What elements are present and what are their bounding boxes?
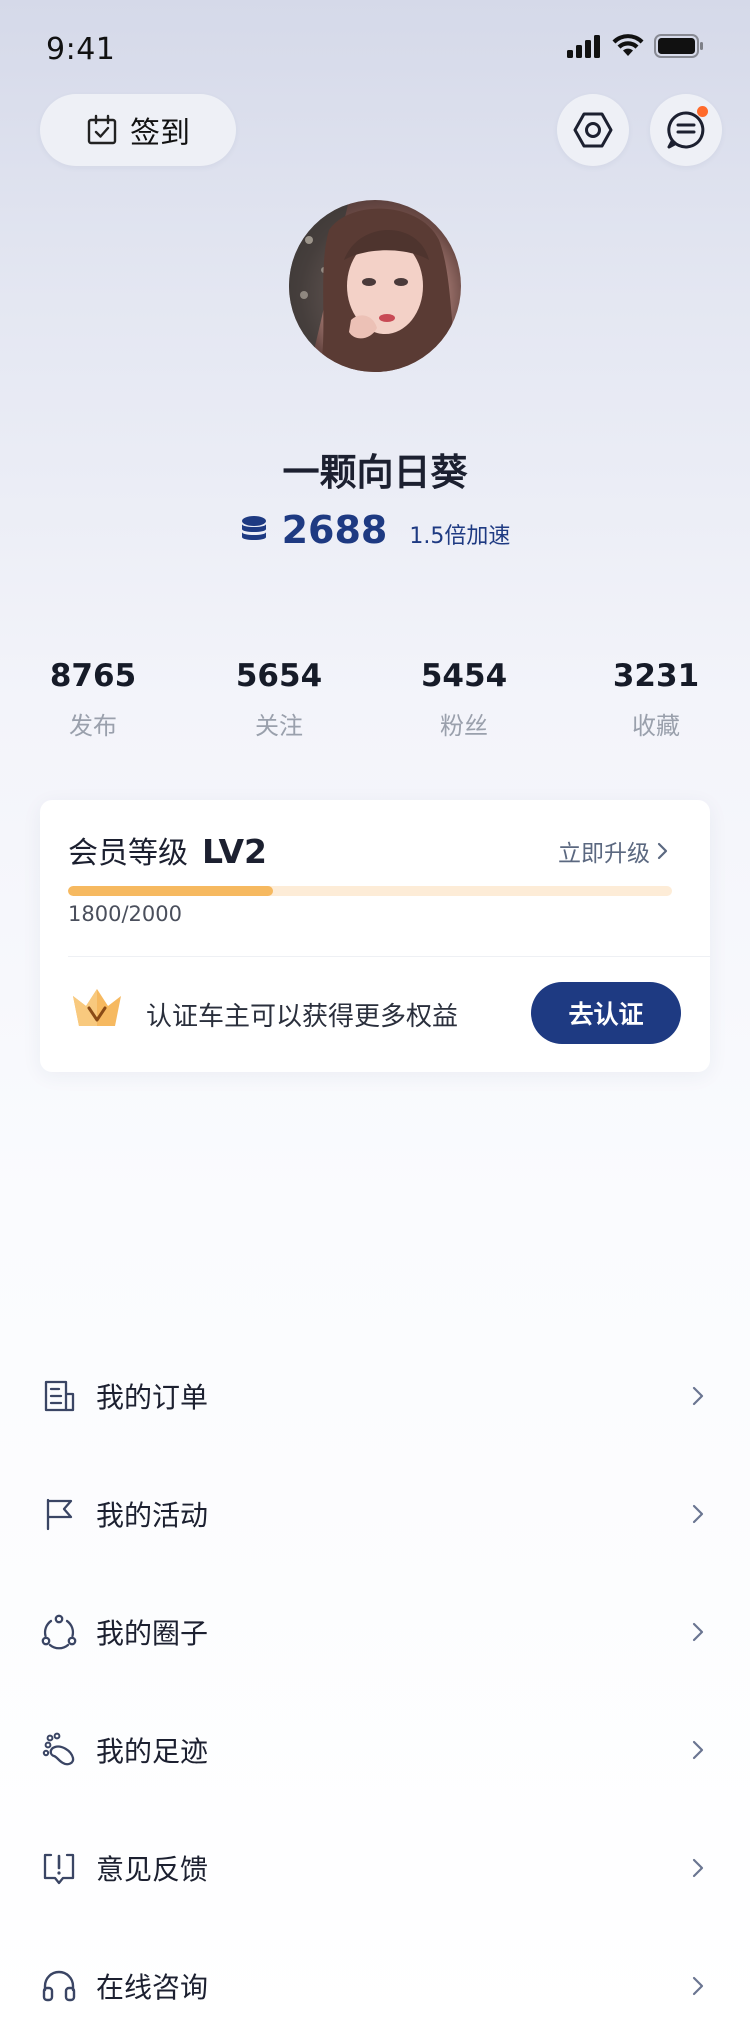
menu-item-feedback[interactable]: 意见反馈: [40, 1838, 710, 1898]
nickname: 一颗向日葵: [282, 451, 468, 494]
stat-value: 5654: [235, 658, 323, 694]
stat-label: 收藏: [632, 712, 680, 740]
headset-icon: [40, 1967, 78, 2005]
menu-item-label: 我的圈子: [96, 1617, 209, 1650]
crown-icon: [73, 989, 121, 1026]
feedback-icon: [40, 1849, 78, 1887]
menu-item-footprints[interactable]: 我的足迹: [40, 1720, 710, 1780]
menu-item-circles[interactable]: 我的圈子: [40, 1602, 710, 1662]
stat-favorites[interactable]: 3231 收藏: [581, 658, 731, 741]
menu-item-consult[interactable]: 在线咨询: [40, 1956, 710, 2016]
member-level-title: 会员等级 LV2: [68, 828, 267, 872]
stat-publish[interactable]: 8765 发布: [18, 658, 168, 741]
calendar-check-icon: [87, 114, 117, 145]
card-divider: [68, 956, 710, 957]
level-progress-text: 1800/2000: [68, 902, 182, 926]
points-value: 2688: [281, 508, 388, 552]
message-button[interactable]: [650, 94, 722, 166]
verify-button[interactable]: 去认证: [531, 982, 681, 1044]
stat-label: 发布: [69, 712, 117, 740]
member-card: 会员等级 LV2 立即升级 1800/2000 认证车主可以获得更多权益 去认证: [40, 800, 710, 1072]
menu-item-label: 在线咨询: [96, 1971, 209, 2004]
points-speed: 1.5倍加速: [409, 524, 511, 549]
menu-item-orders[interactable]: 我的订单: [40, 1366, 710, 1426]
coins-icon: [241, 516, 266, 540]
level-progress-bar: [68, 886, 672, 896]
status-icons: [566, 34, 704, 58]
chevron-right-icon: [686, 1974, 710, 1998]
stat-fans[interactable]: 5454 粉丝: [389, 658, 539, 741]
chevron-right-icon: [686, 1856, 710, 1880]
chevron-right-icon: [686, 1738, 710, 1762]
flag-icon: [40, 1495, 78, 1533]
stat-value: 8765: [49, 658, 137, 694]
menu-item-activities[interactable]: 我的活动: [40, 1484, 710, 1544]
order-icon: [40, 1377, 78, 1415]
stat-label: 粉丝: [440, 712, 488, 740]
stat-follow[interactable]: 5654 关注: [204, 658, 354, 741]
avatar-image: [289, 200, 461, 372]
stat-value: 5454: [420, 658, 508, 694]
avatar[interactable]: [289, 200, 461, 372]
wifi-icon: [612, 34, 644, 56]
upgrade-link[interactable]: 立即升级: [558, 834, 670, 868]
level-progress-fill: [68, 886, 274, 896]
signal-icon: [567, 35, 600, 58]
member-level: LV2: [202, 832, 267, 871]
footprint-icon: [40, 1731, 78, 1769]
verify-text: 认证车主可以获得更多权益: [146, 1002, 459, 1032]
menu-item-label: 我的订单: [96, 1381, 209, 1414]
hexagon-settings-icon: [573, 112, 613, 148]
chevron-right-icon: [686, 1620, 710, 1644]
circle-group-icon: [40, 1613, 78, 1651]
menu-item-label: 我的活动: [96, 1499, 209, 1532]
chevron-right-icon: [686, 1384, 710, 1408]
points-row: 2688 1.5倍加速: [0, 508, 750, 552]
status-time: 9:41: [46, 32, 116, 67]
battery-icon: [654, 34, 703, 58]
menu-item-label: 我的足迹: [96, 1735, 209, 1768]
member-title-label: 会员等级: [68, 836, 188, 871]
upgrade-label: 立即升级: [558, 841, 650, 867]
stat-label: 关注: [255, 712, 303, 740]
signin-button[interactable]: 签到: [40, 94, 236, 166]
menu-item-label: 意见反馈: [96, 1853, 209, 1886]
signin-label: 签到: [130, 116, 190, 151]
unread-dot: [697, 106, 708, 117]
chevron-right-icon: [657, 842, 668, 860]
settings-button[interactable]: [557, 94, 629, 166]
stat-value: 3231: [612, 658, 700, 694]
chevron-right-icon: [686, 1502, 710, 1526]
